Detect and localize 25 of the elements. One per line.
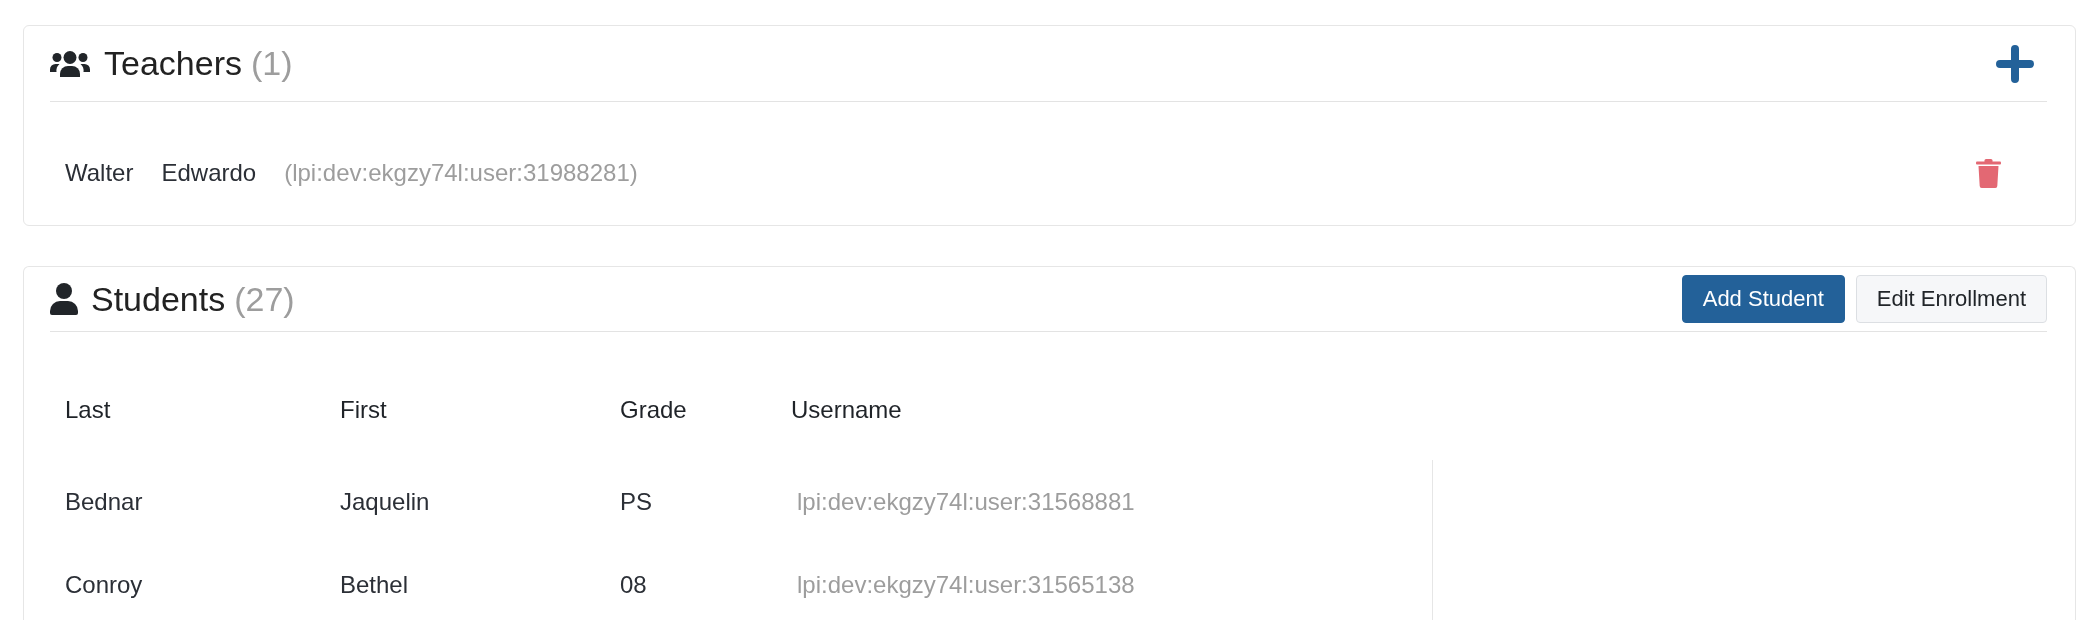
table-cell-text: Bednar <box>65 487 144 516</box>
column-header: Grade <box>620 396 688 424</box>
table-cell-text: PS <box>620 487 653 516</box>
last-name: Edwardo <box>161 159 257 187</box>
column-header: First <box>340 396 388 424</box>
section-title: Teachers <box>104 44 242 83</box>
username: (lpi:dev:ekgzy74l:user:31988281) <box>284 159 638 187</box>
plus-icon[interactable] <box>1996 44 2034 83</box>
add-button[interactable]: Add Student <box>1681 275 1845 323</box>
table-cell-text: lpi:dev:ekgzy74l:user:31568881 <box>796 487 1136 516</box>
first-name: Walter <box>65 159 134 187</box>
column-header: Last <box>65 396 112 424</box>
table-cell-text: Jaquelin <box>340 487 431 516</box>
trash-icon[interactable] <box>1976 158 2001 188</box>
users-icon <box>50 50 90 77</box>
edit-button[interactable]: Edit Enrollment <box>1855 275 2047 323</box>
table-cell-text: Bethel <box>340 570 410 599</box>
person-icon <box>50 283 78 315</box>
count-label: (1) <box>250 44 293 83</box>
table-cell-text: lpi:dev:ekgzy74l:user:31565138 <box>796 570 1136 599</box>
section-title: Students <box>91 279 226 319</box>
table-cell-text: 08 <box>620 570 648 599</box>
column-header: Username <box>791 396 903 424</box>
count-label: (27) <box>234 279 295 319</box>
table-cell-text: Conroy <box>65 570 144 599</box>
